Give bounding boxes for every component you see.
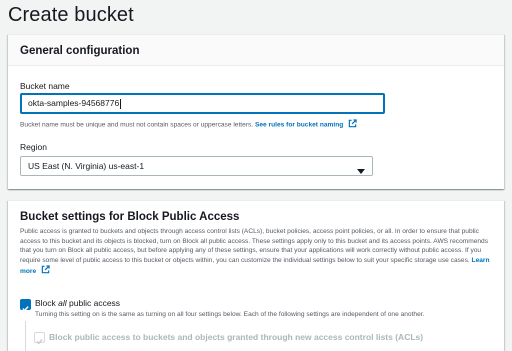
block-public-access-description: Public access is granted to buckets and … bbox=[20, 227, 494, 278]
block-acl-public-access-label: Block public access to buckets and objec… bbox=[49, 332, 424, 342]
description-text: Public access is granted to buckets and … bbox=[20, 228, 489, 264]
checkmark-icon bbox=[22, 306, 29, 312]
block-all-public-access-description: Turning this setting on is the same as t… bbox=[35, 311, 425, 318]
region-value: US East (N. Virginia) us-east-1 bbox=[28, 161, 145, 171]
nested-settings-divider bbox=[25, 321, 26, 351]
page-title: Create bucket bbox=[8, 4, 134, 26]
block-all-public-access-label: Block all public access bbox=[35, 298, 120, 308]
chevron-down-icon bbox=[357, 163, 365, 181]
checkmark-icon bbox=[36, 339, 43, 345]
general-configuration-title: General configuration bbox=[20, 45, 140, 57]
bucket-name-hint: Bucket name must be unique and must not … bbox=[20, 119, 357, 130]
label-prefix: Block bbox=[35, 298, 59, 308]
block-public-access-title: Bucket settings for Block Public Access bbox=[20, 211, 240, 223]
external-link-icon[interactable] bbox=[348, 119, 357, 130]
block-public-access-panel: Bucket settings for Block Public Access … bbox=[8, 200, 504, 351]
region-select[interactable]: US East (N. Virginia) us-east-1 bbox=[20, 156, 373, 176]
external-link-icon[interactable] bbox=[41, 265, 50, 278]
block-all-public-access-checkbox[interactable] bbox=[20, 299, 31, 312]
bucket-name-hint-text: Bucket name must be unique and must not … bbox=[20, 121, 254, 129]
block-acl-public-access-checkbox[interactable] bbox=[34, 332, 45, 345]
label-suffix: public access bbox=[66, 298, 121, 308]
bucket-name-value: okta-samples-94568776 bbox=[28, 98, 120, 108]
bucket-name-label: Bucket name bbox=[20, 81, 70, 91]
label-emphasis: all bbox=[58, 298, 67, 308]
general-configuration-panel: General configuration Bucket name okta-s… bbox=[8, 34, 504, 189]
text-caret bbox=[120, 98, 122, 109]
bucket-name-input[interactable]: okta-samples-94568776 bbox=[20, 93, 385, 114]
region-label: Region bbox=[20, 142, 47, 152]
rules-for-bucket-naming-link[interactable]: See rules for bucket naming bbox=[255, 121, 343, 128]
